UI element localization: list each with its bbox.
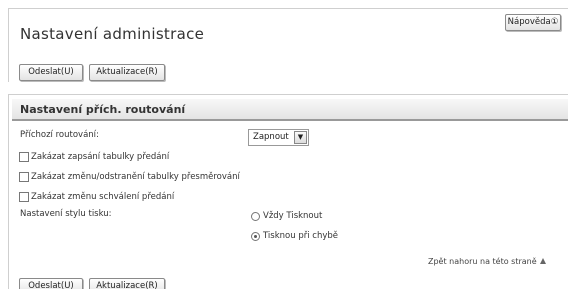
send-button-bottom[interactable]: Odeslat(U): [19, 278, 83, 289]
back-to-top-link[interactable]: Zpět nahoru na této straně: [428, 257, 546, 266]
incoming-routing-label: Příchozí routování:: [20, 130, 99, 140]
send-button[interactable]: Odeslat(U): [19, 64, 83, 81]
checkbox-label: Zakázat zapsání tabulky předání: [31, 152, 170, 162]
incoming-routing-value: Zapnout: [253, 132, 289, 142]
radio-label: Tisknou při chybě: [263, 231, 338, 241]
update-button-bottom[interactable]: Aktualizace(R): [89, 278, 165, 289]
triangle-up-icon: [539, 258, 546, 264]
section-title: Nastavení přích. routování: [20, 103, 186, 116]
incoming-routing-select[interactable]: Zapnout ▼: [248, 129, 309, 146]
back-to-top-label: Zpět nahoru na této straně: [428, 257, 537, 266]
checkbox-disable-redirect-table-change[interactable]: [19, 172, 29, 182]
checkbox-disable-forward-table-write[interactable]: [19, 152, 29, 162]
help-button[interactable]: Nápověda①: [505, 14, 561, 31]
chevron-down-icon[interactable]: ▼: [294, 131, 307, 144]
update-button[interactable]: Aktualizace(R): [89, 64, 165, 81]
checkbox-label: Zakázat změnu schválení předání: [31, 192, 175, 202]
checkbox-label: Zakázat změnu/odstranění tabulky přesměr…: [31, 172, 240, 182]
print-style-label: Nastavení stylu tisku:: [20, 209, 112, 219]
radio-print-on-error[interactable]: [251, 232, 260, 241]
checkbox-disable-forward-approval-change[interactable]: [19, 192, 29, 202]
radio-label: Vždy Tisknout: [263, 211, 323, 221]
radio-always-print[interactable]: [251, 212, 260, 221]
page-title: Nastavení administrace: [20, 25, 205, 43]
